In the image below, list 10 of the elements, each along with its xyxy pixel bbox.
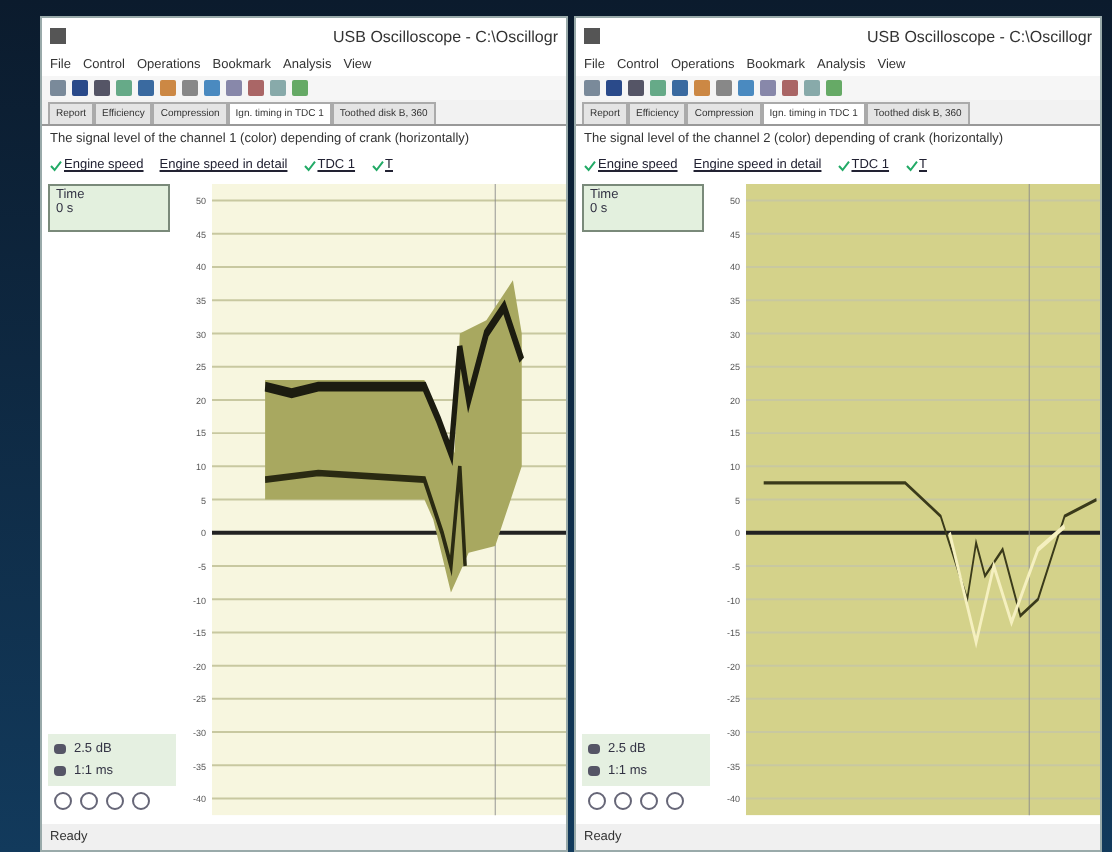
check-icon — [50, 159, 62, 172]
check-icon — [303, 159, 316, 172]
app-icon — [50, 28, 66, 44]
check-icon — [837, 159, 850, 172]
check-icon — [371, 159, 384, 172]
window-title: USB Oscilloscope - C:\Oscillogr — [867, 27, 1092, 45]
check-icon — [584, 159, 596, 172]
window-title: USB Oscilloscope - C:\Oscillogr — [333, 27, 558, 45]
app-icon — [584, 28, 600, 44]
check-icon — [905, 159, 918, 172]
